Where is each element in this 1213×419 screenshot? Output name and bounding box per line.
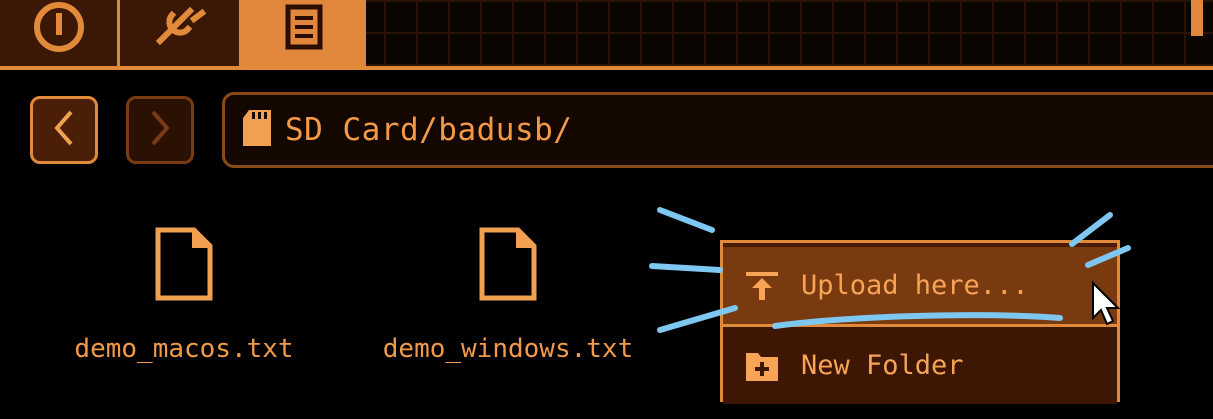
path-bar[interactable]: SD Card/badusb/ (222, 92, 1213, 168)
menu-item-upload[interactable]: Upload here... (723, 247, 1117, 324)
menu-item-label: Upload here... (801, 270, 1029, 301)
path-text: SD Card/badusb/ (285, 112, 573, 148)
mouse-cursor-icon (1090, 280, 1122, 332)
forward-button[interactable] (126, 96, 194, 164)
upload-icon (741, 265, 783, 307)
menu-item-label: New Folder (801, 350, 964, 381)
file-icon (154, 227, 214, 306)
wrench-icon (150, 1, 210, 65)
context-menu: Upload here... New Folder (720, 240, 1120, 404)
sd-card-icon (241, 108, 273, 152)
chevron-right-icon (145, 108, 175, 152)
file-name: demo_macos.txt (74, 334, 294, 364)
file-icon (478, 227, 538, 306)
menu-item-new-folder[interactable]: New Folder (723, 327, 1117, 404)
tab-files[interactable] (242, 0, 366, 66)
file-item[interactable]: demo_windows.txt (358, 226, 658, 372)
file-item[interactable]: demo_macos.txt (34, 226, 334, 372)
tab-bar-divider (0, 66, 1213, 70)
document-icon (274, 1, 334, 65)
new-folder-icon (741, 345, 783, 387)
scroll-indicator (1191, 0, 1203, 36)
tab-bar (0, 0, 1213, 66)
power-icon (29, 1, 89, 65)
chevron-left-icon (49, 108, 79, 152)
back-button[interactable] (30, 96, 98, 164)
tab-power[interactable] (0, 0, 120, 66)
file-name: demo_windows.txt (382, 334, 634, 364)
tab-tools[interactable] (120, 0, 242, 66)
